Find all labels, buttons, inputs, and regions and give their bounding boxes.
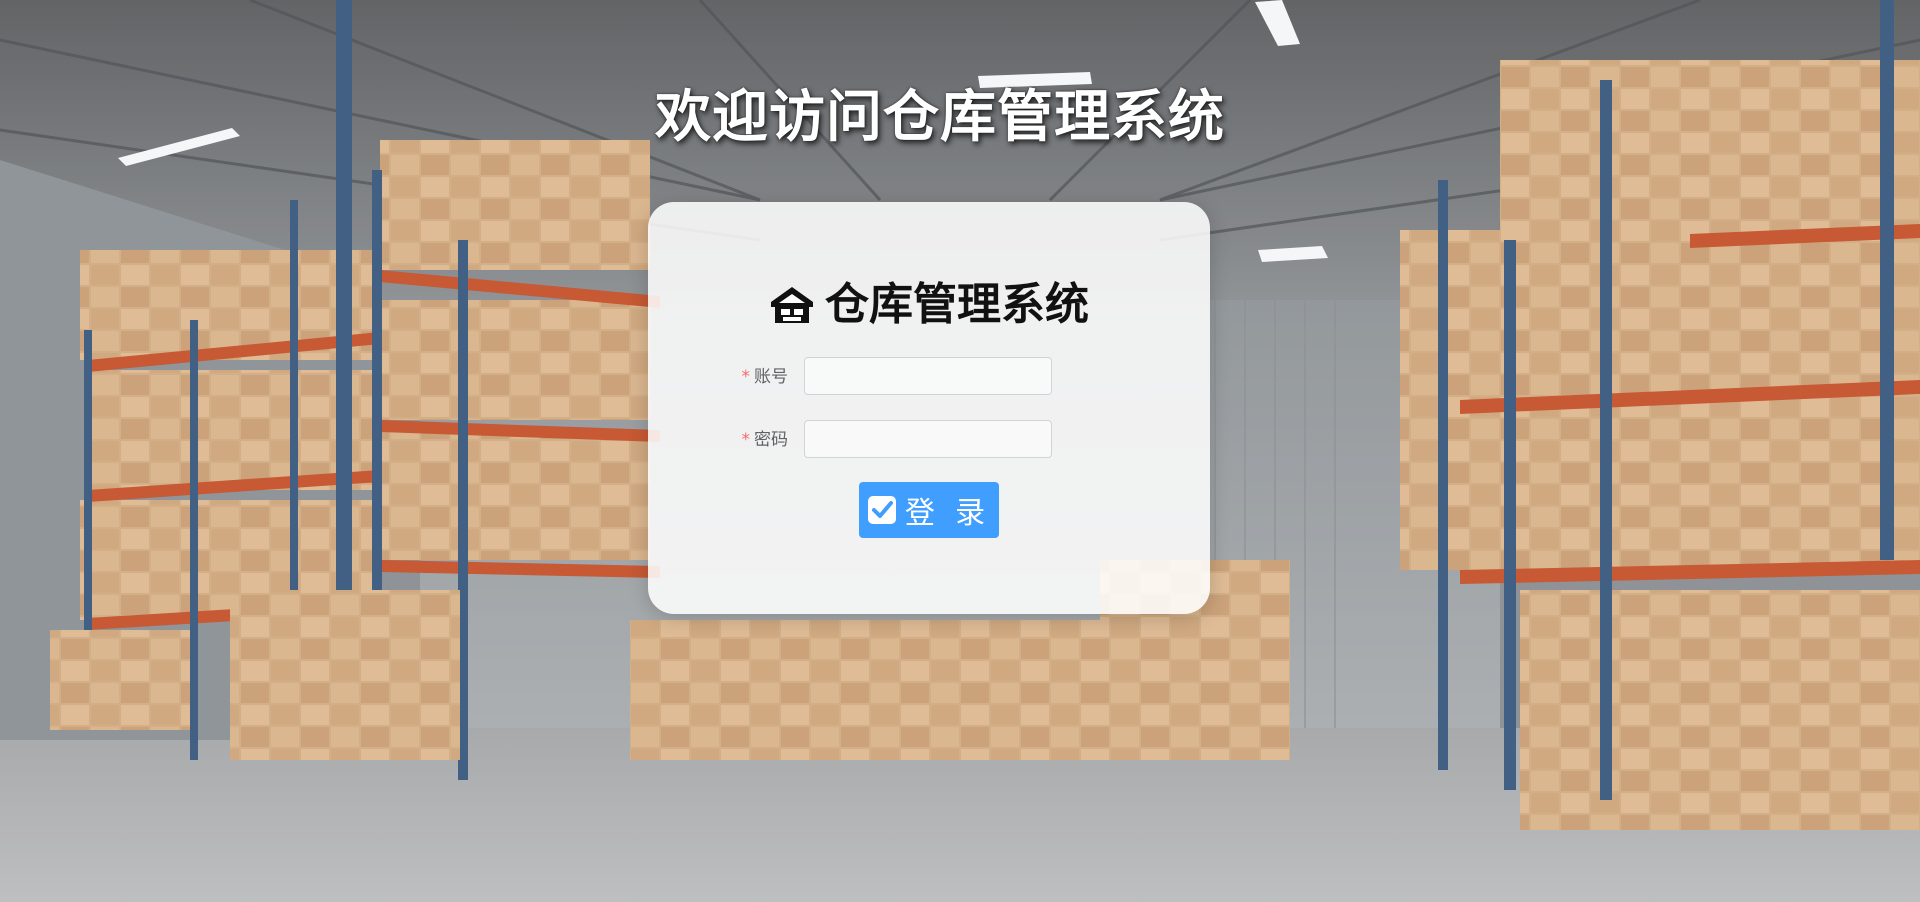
login-page: 欢迎访问仓库管理系统 仓库管理系统 * 账号 * 密码 登 录 bbox=[0, 0, 1920, 902]
login-button-label: 登 录 bbox=[904, 497, 992, 530]
password-input[interactable] bbox=[804, 420, 1052, 458]
warehouse-icon bbox=[771, 287, 813, 323]
password-row: * 密码 bbox=[648, 420, 1210, 460]
login-button[interactable]: 登 录 bbox=[859, 482, 999, 538]
password-label-text: 密码 bbox=[754, 430, 788, 450]
account-label: * 账号 bbox=[678, 357, 789, 397]
account-row: * 账号 bbox=[648, 357, 1210, 397]
login-title: 仓库管理系统 bbox=[648, 268, 1210, 332]
login-title-text: 仓库管理系统 bbox=[825, 279, 1089, 330]
welcome-title: 欢迎访问仓库管理系统 bbox=[655, 85, 1225, 150]
password-label: * 密码 bbox=[678, 420, 789, 460]
required-mark: * bbox=[741, 430, 751, 450]
account-label-text: 账号 bbox=[754, 367, 788, 387]
account-input[interactable] bbox=[804, 357, 1052, 395]
login-card: 仓库管理系统 * 账号 * 密码 登 录 bbox=[648, 202, 1210, 614]
checkbox-icon bbox=[867, 496, 896, 524]
required-mark: * bbox=[741, 367, 751, 387]
